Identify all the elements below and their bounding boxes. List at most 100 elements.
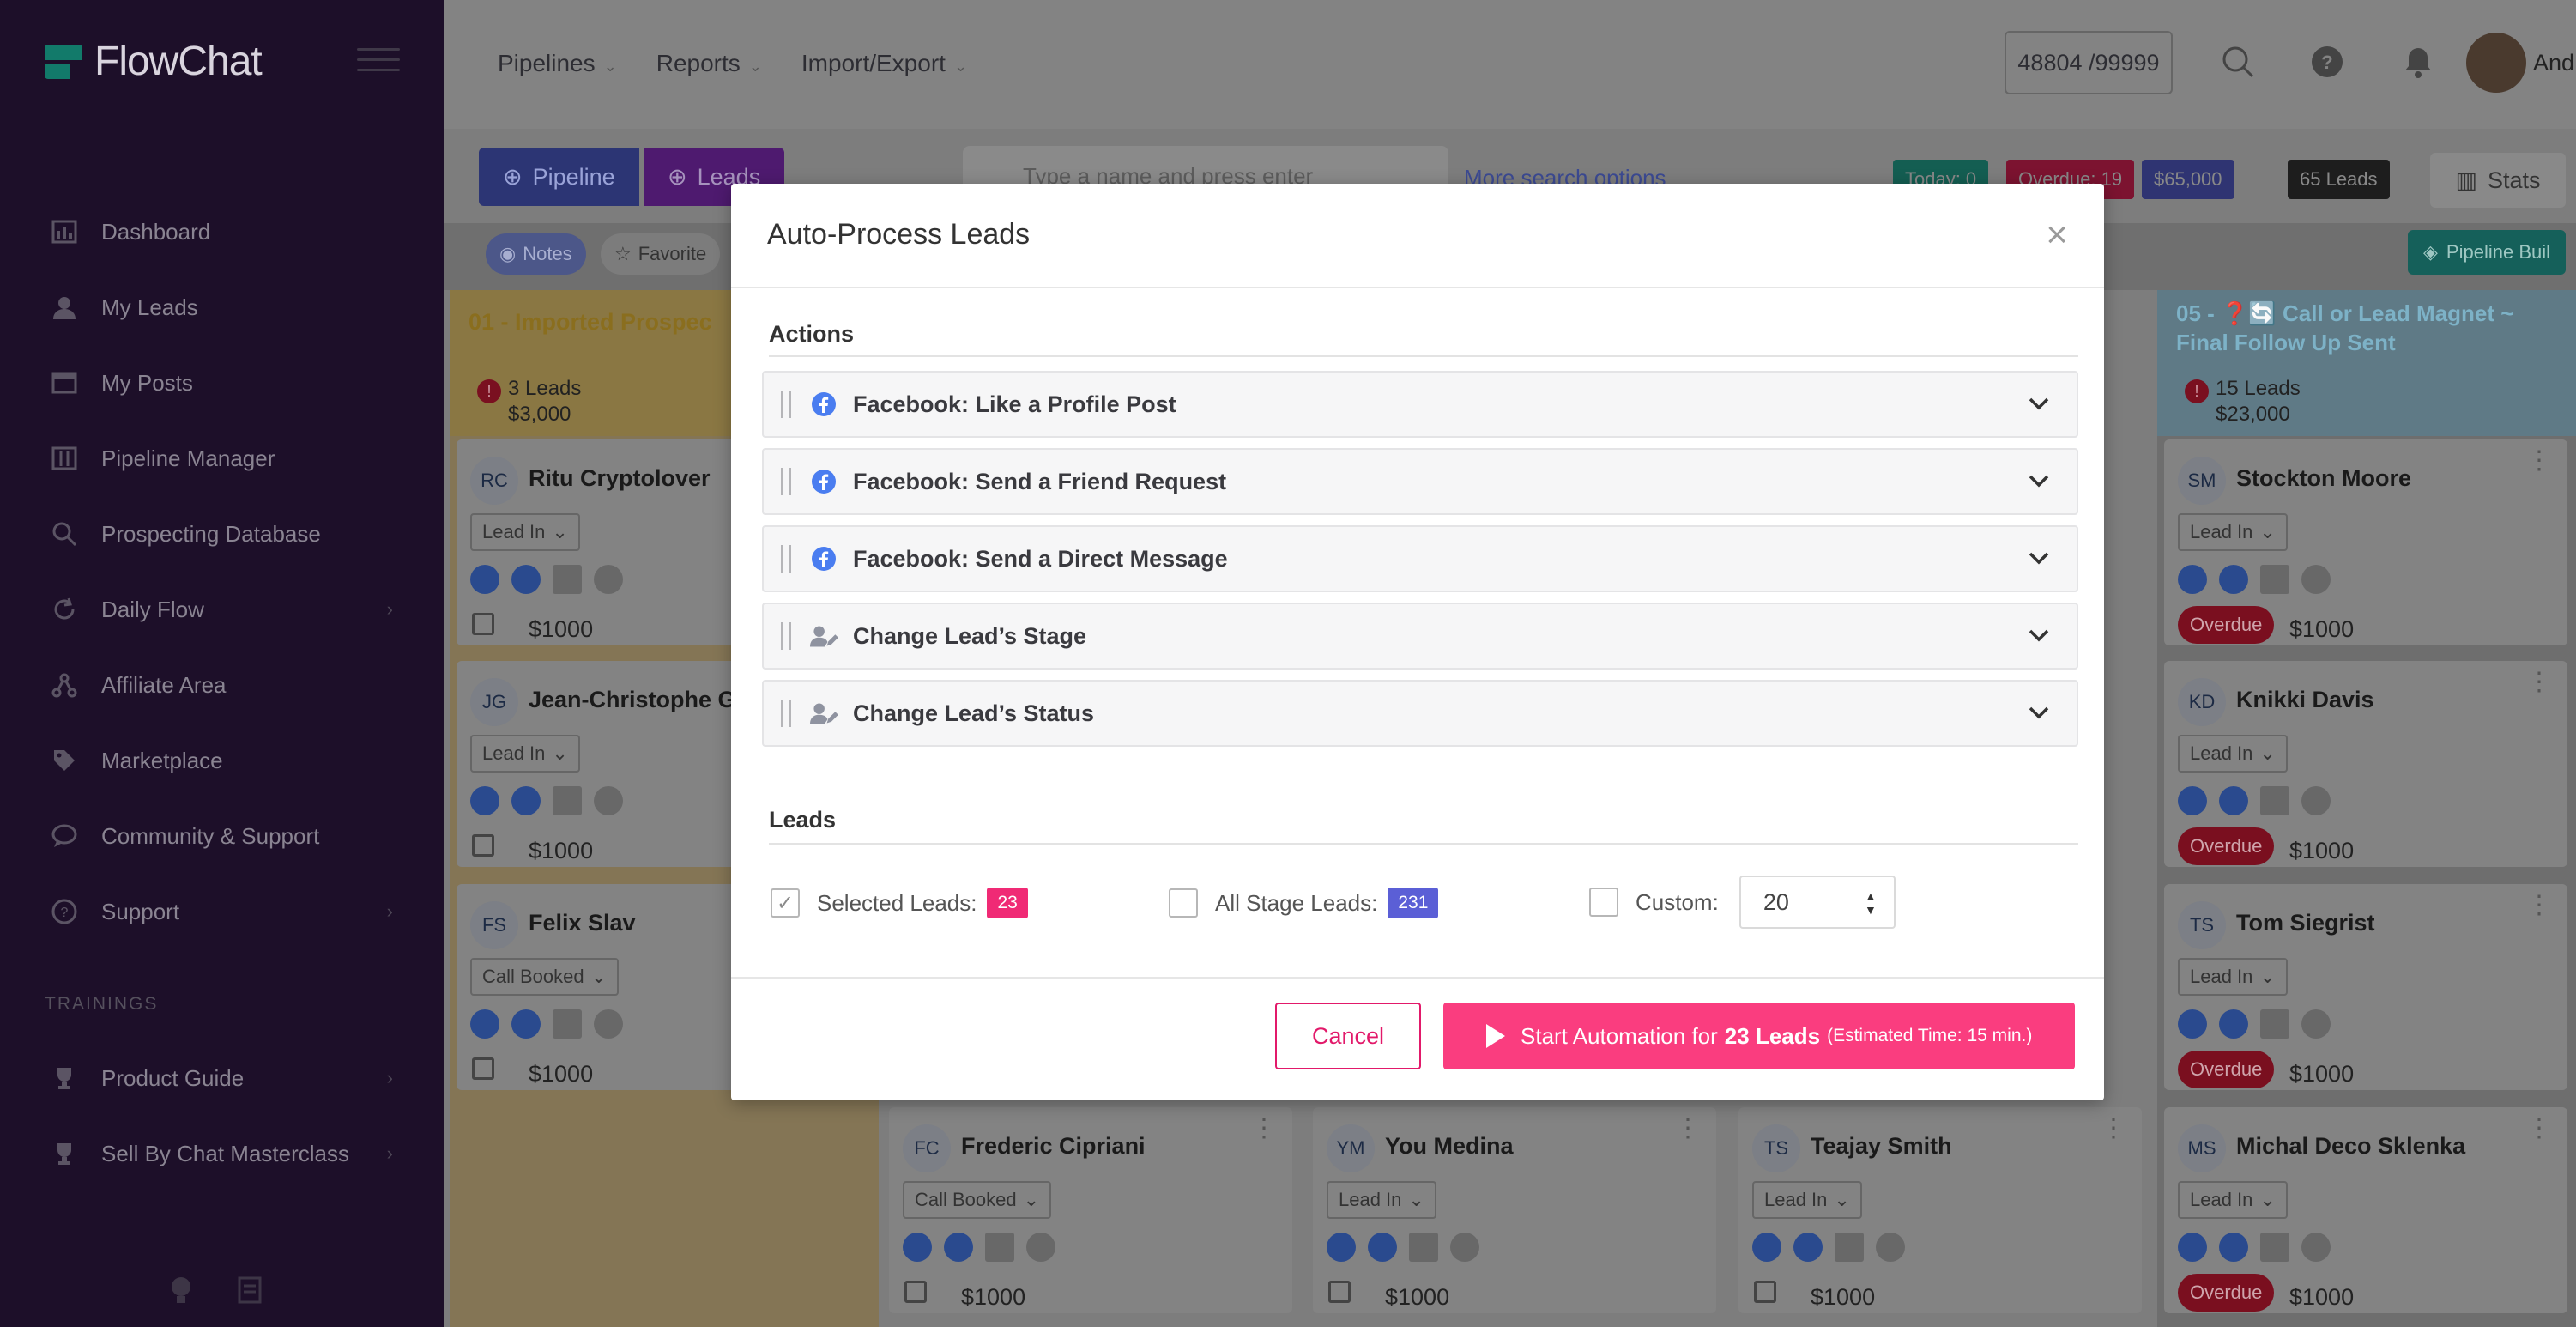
sidebar-item-community-support[interactable]: Community & Support: [0, 798, 444, 874]
messenger-icon[interactable]: [2219, 565, 2248, 594]
linkedin-icon[interactable]: [553, 1009, 582, 1039]
lead-status-select[interactable]: Lead In ⌄: [470, 513, 580, 551]
facebook-icon[interactable]: [470, 1009, 499, 1039]
chevron-down-icon[interactable]: [2027, 391, 2051, 420]
drag-handle-icon[interactable]: [781, 545, 791, 573]
custom-leads-option[interactable]: Custom: 20 ▲ ▼: [1589, 876, 1896, 929]
drag-handle-icon[interactable]: [781, 391, 791, 418]
app-logo[interactable]: FlowChat: [45, 38, 263, 85]
facebook-icon[interactable]: [903, 1233, 932, 1262]
drag-handle-icon[interactable]: [781, 700, 791, 727]
calendar-icon[interactable]: [472, 613, 494, 635]
lead-name[interactable]: Knikki Davis: [2236, 687, 2374, 713]
messenger-icon[interactable]: [2219, 1233, 2248, 1262]
lead-card[interactable]: SM Stockton Moore ⋮ Lead In ⌄ Overdue $1000: [2164, 439, 2567, 645]
twitter-icon[interactable]: [1026, 1233, 1055, 1262]
custom-leads-input[interactable]: 20 ▲ ▼: [1738, 876, 1896, 929]
lead-card[interactable]: TS Teajay Smith ⋮ Lead In ⌄ $1000: [1738, 1107, 2142, 1313]
messenger-icon[interactable]: [944, 1233, 973, 1262]
sidebar-item-my-posts[interactable]: My Posts: [0, 345, 444, 421]
lead-card[interactable]: KD Knikki Davis ⋮ Lead In ⌄ Overdue $1000: [2164, 661, 2567, 867]
calendar-icon[interactable]: [1754, 1281, 1776, 1303]
lead-status-select[interactable]: Lead In ⌄: [1327, 1181, 1436, 1219]
bell-icon[interactable]: [2399, 43, 2437, 81]
action-row[interactable]: Facebook: Send a Direct Message: [762, 525, 2078, 592]
twitter-icon[interactable]: [594, 1009, 623, 1039]
lead-name[interactable]: Felix Slav: [529, 910, 636, 936]
messenger-icon[interactable]: [1793, 1233, 1823, 1262]
chevron-down-icon[interactable]: [2027, 623, 2051, 651]
messenger-icon[interactable]: [511, 1009, 541, 1039]
value-chip[interactable]: $65,000: [2142, 160, 2234, 199]
linkedin-icon[interactable]: [2260, 786, 2289, 815]
sidebar-item-dashboard[interactable]: Dashboard: [0, 194, 444, 270]
lead-name[interactable]: Jean-Christophe G: [529, 687, 736, 713]
more-options-icon[interactable]: ⋮: [2526, 893, 2552, 918]
chevron-down-icon[interactable]: [2027, 546, 2051, 574]
lead-status-select[interactable]: Lead In ⌄: [2178, 958, 2288, 996]
linkedin-icon[interactable]: [1835, 1233, 1864, 1262]
facebook-icon[interactable]: [2178, 786, 2207, 815]
linkedin-icon[interactable]: [553, 786, 582, 815]
sidebar-item-my-leads[interactable]: My Leads: [0, 270, 444, 345]
calendar-icon[interactable]: [472, 1057, 494, 1080]
sidebar-item-affiliate-area[interactable]: Affiliate Area: [0, 647, 444, 723]
more-options-icon[interactable]: ⋮: [2526, 1116, 2552, 1142]
action-row[interactable]: Change Lead’s Status: [762, 680, 2078, 747]
linkedin-icon[interactable]: [2260, 565, 2289, 594]
help-icon[interactable]: ?: [2308, 43, 2346, 81]
lead-card[interactable]: FC Frederic Cipriani ⋮ Call Booked ⌄ $1000: [889, 1107, 1292, 1313]
lead-name[interactable]: Stockton Moore: [2236, 465, 2411, 492]
twitter-icon[interactable]: [1876, 1233, 1905, 1262]
calendar-icon[interactable]: [1328, 1281, 1351, 1303]
pipeline-builder-button[interactable]: ◈ Pipeline Buil: [2408, 230, 2566, 275]
number-spinner-icon[interactable]: ▲ ▼: [1865, 889, 1877, 917]
lead-card[interactable]: MS Michal Deco Sklenka ⋮ Lead In ⌄ Overdue $10…: [2164, 1107, 2567, 1313]
lead-name[interactable]: You Medina: [1385, 1133, 1514, 1160]
messenger-icon[interactable]: [511, 786, 541, 815]
more-options-icon[interactable]: ⋮: [2526, 448, 2552, 474]
tab-pipeline[interactable]: ⊕ Pipeline: [479, 148, 639, 206]
twitter-icon[interactable]: [2301, 786, 2331, 815]
lead-status-select[interactable]: Lead In ⌄: [2178, 1181, 2288, 1219]
lightbulb-icon[interactable]: [168, 1275, 194, 1311]
twitter-icon[interactable]: [2301, 1233, 2331, 1262]
more-options-icon[interactable]: ⋮: [1675, 1116, 1701, 1142]
drag-handle-icon[interactable]: [781, 468, 791, 495]
facebook-icon[interactable]: [470, 565, 499, 594]
chevron-down-icon[interactable]: [2027, 469, 2051, 497]
nav-reports[interactable]: Reports ⌄: [656, 50, 762, 77]
sidebar-item-prospecting-database[interactable]: Prospecting Database: [0, 496, 444, 572]
linkedin-icon[interactable]: [1409, 1233, 1438, 1262]
action-row[interactable]: Change Lead’s Stage: [762, 603, 2078, 670]
stats-button[interactable]: ▥ Stats: [2430, 153, 2566, 208]
facebook-icon[interactable]: [470, 786, 499, 815]
avatar[interactable]: [2466, 33, 2526, 93]
all-stage-leads-option[interactable]: All Stage Leads: 231: [1169, 888, 1439, 918]
all-stage-leads-checkbox[interactable]: [1169, 888, 1198, 918]
notes-icon[interactable]: [237, 1275, 266, 1311]
facebook-icon[interactable]: [1752, 1233, 1781, 1262]
leads-count-chip[interactable]: 65 Leads: [2288, 160, 2390, 199]
menu-collapse-icon[interactable]: [357, 48, 400, 77]
search-icon[interactable]: [2219, 43, 2257, 81]
facebook-icon[interactable]: [2178, 1009, 2207, 1039]
linkedin-icon[interactable]: [2260, 1233, 2289, 1262]
more-options-icon[interactable]: ⋮: [2101, 1116, 2126, 1142]
user-name[interactable]: And: [2533, 50, 2574, 76]
sidebar-item-pipeline-manager[interactable]: Pipeline Manager: [0, 421, 444, 496]
favorite-toggle[interactable]: ☆ Favorite: [601, 233, 721, 275]
cancel-button[interactable]: Cancel: [1275, 1003, 1421, 1069]
sidebar-item-marketplace[interactable]: Marketplace: [0, 723, 444, 798]
lead-card[interactable]: YM You Medina ⋮ Lead In ⌄ $1000: [1313, 1107, 1716, 1313]
linkedin-icon[interactable]: [553, 565, 582, 594]
action-row[interactable]: Facebook: Send a Friend Request: [762, 448, 2078, 515]
sidebar-item-daily-flow[interactable]: Daily Flow ›: [0, 572, 444, 647]
messenger-icon[interactable]: [1368, 1233, 1397, 1262]
lead-name[interactable]: Ritu Cryptolover: [529, 465, 711, 492]
lead-status-select[interactable]: Lead In ⌄: [470, 735, 580, 773]
more-options-icon[interactable]: ⋮: [1251, 1116, 1277, 1142]
start-automation-button[interactable]: Start Automation for 23 Leads (Estimated T…: [1443, 1003, 2075, 1069]
twitter-icon[interactable]: [2301, 1009, 2331, 1039]
twitter-icon[interactable]: [2301, 565, 2331, 594]
